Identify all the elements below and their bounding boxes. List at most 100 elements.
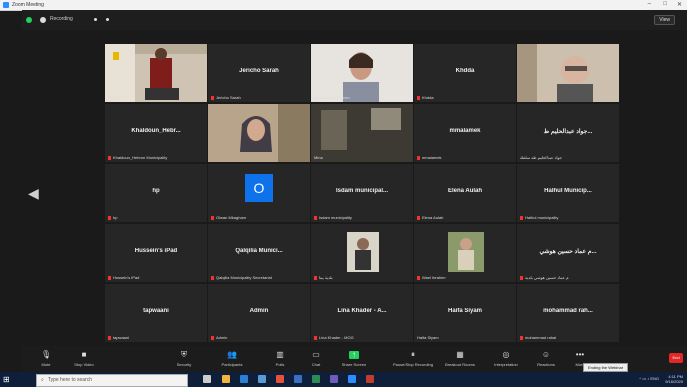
participant-tile[interactable]: tapwaani tapwaani bbox=[105, 284, 207, 342]
stop-recording-icon[interactable] bbox=[106, 18, 109, 21]
participant-name-label: Halhul municipality bbox=[520, 215, 558, 220]
encryption-shield-icon[interactable] bbox=[26, 17, 32, 23]
muted-mic-icon bbox=[417, 215, 420, 220]
participant-name-label: mmalamek bbox=[417, 155, 442, 160]
end-meeting-button[interactable]: End bbox=[669, 353, 683, 363]
participant-tile[interactable]: Beit Sahour Women bbox=[311, 44, 413, 102]
participant-tile[interactable]: O Olwan Mkagham bbox=[208, 164, 310, 222]
participant-video bbox=[414, 224, 516, 282]
participant-tile[interactable]: Khaldoun_Hebr... Khaldoun_Hebron Municip… bbox=[105, 104, 207, 162]
task-view-icon[interactable] bbox=[203, 375, 211, 383]
participant-tile[interactable]: mohammad rah... mohammad rahal bbox=[517, 284, 619, 342]
chrome-icon[interactable] bbox=[276, 375, 284, 383]
participant-tile[interactable]: Qalqilia Munici... Qalqilia Municipality… bbox=[208, 224, 310, 282]
participant-video bbox=[208, 104, 310, 162]
participant-video bbox=[311, 104, 413, 162]
participant-tile[interactable]: Lina Khader - A... Lina Khader - MOG bbox=[311, 284, 413, 342]
participant-name-label: Jericho Sarah bbox=[211, 95, 241, 100]
maximize-button[interactable]: □ bbox=[663, 1, 667, 7]
close-window-button[interactable]: ✕ bbox=[677, 1, 682, 8]
windows-taskbar: ⊞ ⌕ Type here to search ^ ▭ ♪ ENG 4:11 PM… bbox=[0, 372, 687, 387]
mail-icon[interactable] bbox=[258, 375, 266, 383]
shield-icon: ⛨ bbox=[181, 350, 187, 359]
participant-display-name: mohammad rah... bbox=[543, 308, 593, 314]
participant-tile[interactable]: hp hp bbox=[105, 164, 207, 222]
minimize-button[interactable]: – bbox=[648, 1, 651, 7]
participant-name-label: Beit Sahour Women bbox=[314, 95, 350, 100]
system-tray-icons[interactable]: ^ ▭ ♪ ENG bbox=[639, 376, 659, 381]
participant-tile[interactable] bbox=[517, 44, 619, 102]
participant-tile[interactable]: Haifa Siyam Haifa Siyam bbox=[414, 284, 516, 342]
participant-display-name: Halhul Municip... bbox=[544, 188, 592, 194]
previous-page-arrow-icon[interactable]: ◀ bbox=[28, 185, 39, 202]
participant-display-name: م عماد حسين هوشي... bbox=[539, 249, 597, 255]
mic-icon: 🎙 bbox=[41, 350, 52, 359]
participant-name-label: Qalqilia Municipality Secretariat bbox=[211, 275, 272, 280]
participant-video bbox=[311, 224, 413, 282]
taskbar-search-input[interactable]: ⌕ Type here to search bbox=[36, 374, 188, 387]
participant-tile[interactable]: Jericho Sarah Jericho Sarah bbox=[208, 44, 310, 102]
participant-name-label: بلدية بيتا bbox=[314, 275, 333, 280]
participant-tile[interactable]: mmalamek mmalamek bbox=[414, 104, 516, 162]
powerpoint-icon[interactable] bbox=[366, 375, 374, 383]
word-icon[interactable] bbox=[294, 375, 302, 383]
muted-mic-icon bbox=[108, 155, 111, 160]
participant-tile[interactable]: iPhone bbox=[105, 44, 207, 102]
participant-tile[interactable]: م عماد حسين هوشي... م عماد حسين هوشي بلد… bbox=[517, 224, 619, 282]
excel-icon[interactable] bbox=[312, 375, 320, 383]
participant-name-label: جواد عبدالحليم طه سلطة bbox=[520, 155, 562, 160]
muted-mic-icon bbox=[108, 335, 111, 340]
view-button[interactable]: View bbox=[654, 15, 675, 25]
interpretation-button[interactable]: ◎ Interpretation bbox=[484, 348, 528, 370]
recording-label: Recording bbox=[50, 16, 73, 22]
muted-mic-icon bbox=[417, 155, 420, 160]
teams-icon[interactable] bbox=[330, 375, 338, 383]
participant-name-label: Hussein's iPad bbox=[108, 275, 139, 280]
share-screen-button[interactable]: ↑ Share Screen bbox=[332, 348, 376, 370]
participant-tile[interactable]: Admin Admin bbox=[208, 284, 310, 342]
participant-tile[interactable]: Khdda Khdda bbox=[414, 44, 516, 102]
participant-display-name: Khaldoun_Hebr... bbox=[131, 128, 181, 134]
polls-icon: ▥ bbox=[276, 350, 284, 359]
participant-name-label: iPhone bbox=[108, 95, 121, 100]
participant-tile[interactable]: Hussein's iPad Hussein's iPad bbox=[105, 224, 207, 282]
stop-video-button[interactable]: ■ Stop Video bbox=[62, 348, 106, 370]
participant-tile[interactable]: بلدية بيتا bbox=[311, 224, 413, 282]
gallery-grid: iPhone Jericho Sarah Jericho Sarah Beit … bbox=[105, 44, 620, 343]
file-explorer-icon[interactable] bbox=[222, 375, 230, 383]
pause-recording-icon[interactable] bbox=[94, 18, 97, 21]
participant-name-label: Wael Ibrahim bbox=[417, 275, 445, 280]
participant-tile[interactable]: Halhul Municip... Halhul municipality bbox=[517, 164, 619, 222]
participant-tile[interactable]: Wael Ibrahim bbox=[414, 224, 516, 282]
muted-mic-icon bbox=[211, 335, 214, 340]
zoom-logo-icon bbox=[3, 2, 9, 8]
muted-mic-icon bbox=[314, 335, 317, 340]
participant-name-label: Mina bbox=[314, 155, 323, 160]
participant-tile[interactable]: Isdam municipal... Isdam municipality bbox=[311, 164, 413, 222]
muted-mic-icon bbox=[108, 215, 111, 220]
end-tooltip: Ending the Webinar bbox=[583, 363, 629, 372]
globe-icon: ◎ bbox=[502, 350, 510, 359]
participant-tile[interactable]: Elena Aulah Elena Aulah bbox=[414, 164, 516, 222]
recording-indicator-icon bbox=[40, 17, 46, 23]
participant-name-label: Haifa Siyam bbox=[417, 335, 439, 340]
participants-button[interactable]: 👥 Participants bbox=[210, 348, 254, 370]
edge-icon[interactable] bbox=[240, 375, 248, 383]
security-button[interactable]: ⛨ Security bbox=[162, 348, 206, 370]
zoom-taskbar-icon[interactable] bbox=[348, 375, 356, 383]
taskbar-clock[interactable]: 4:11 PM 9/16/2020 bbox=[665, 374, 683, 384]
breakout-rooms-button[interactable]: ▦ Breakout Rooms bbox=[438, 348, 482, 370]
participant-tile[interactable] bbox=[208, 104, 310, 162]
participant-name-label: Lina Khader - MOG bbox=[314, 335, 354, 340]
reactions-icon: ☺ bbox=[541, 350, 551, 359]
breakout-icon: ▦ bbox=[456, 350, 464, 359]
pause-stop-recording-button[interactable]: ⏸ Pause/Stop Recording bbox=[384, 348, 442, 370]
participant-tile[interactable]: Mina bbox=[311, 104, 413, 162]
share-screen-icon: ↑ bbox=[349, 351, 359, 359]
participants-icon: 👥 bbox=[227, 350, 237, 359]
windows-start-icon[interactable]: ⊞ bbox=[3, 375, 12, 384]
participant-video bbox=[105, 44, 207, 102]
window-title: Zoom Meeting bbox=[12, 2, 44, 8]
participant-video bbox=[517, 44, 619, 102]
participant-tile[interactable]: جواد عبدالحليم ط... جواد عبدالحليم طه سل… bbox=[517, 104, 619, 162]
